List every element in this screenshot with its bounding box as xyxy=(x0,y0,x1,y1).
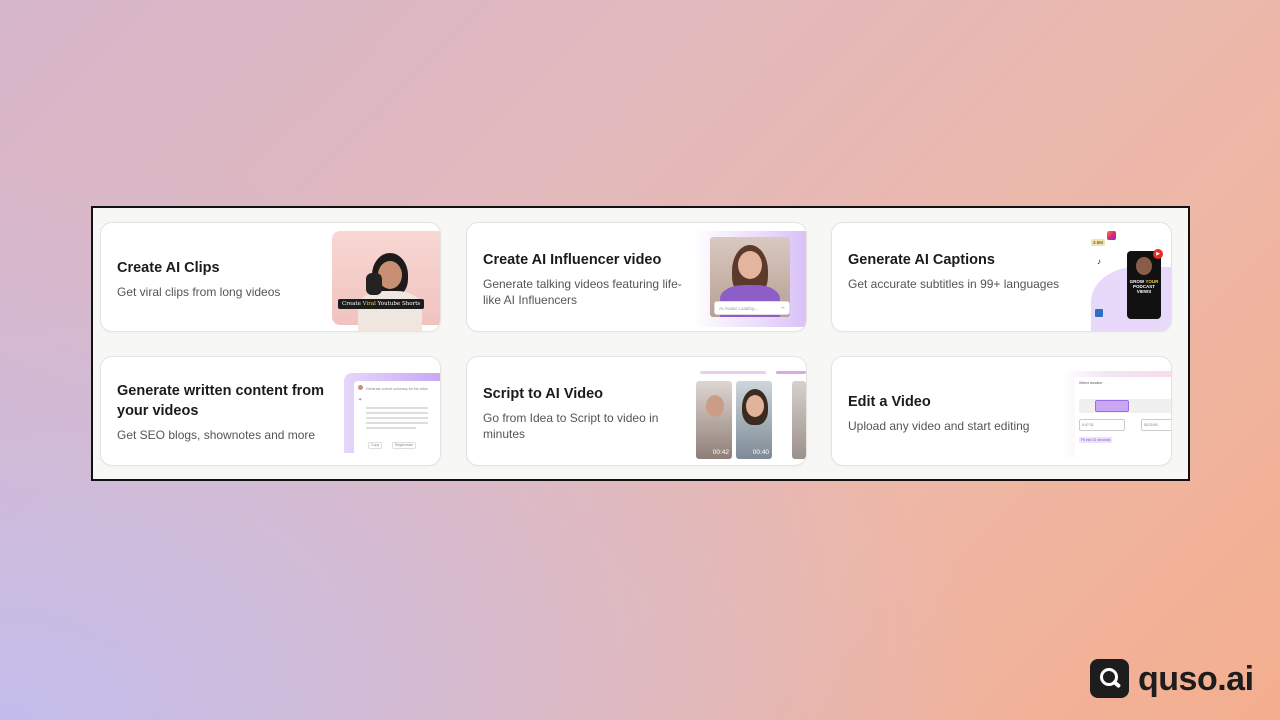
send-arrow-icon: → xyxy=(779,304,786,311)
card-description: Go from Idea to Script to video in minut… xyxy=(483,411,659,441)
duration-heading: Select duration xyxy=(1079,381,1103,385)
youtube-icon: ▶ xyxy=(1153,249,1163,259)
video-thumbnail: 00:42 xyxy=(696,381,732,459)
fit-tag: Fit into 01 seconds xyxy=(1079,437,1113,443)
card-description: Generate talking videos featuring life-l… xyxy=(483,277,682,307)
regenerate-button: Regenerate xyxy=(392,442,417,449)
card-title: Generate written content from your video… xyxy=(117,383,325,419)
written-content-preview: Generate a short summary for the video ✦… xyxy=(344,373,440,455)
video-thumbnail: 00:40 xyxy=(736,381,772,459)
feature-cards-panel: Create AI Clips Get viral clips from lon… xyxy=(91,206,1190,481)
card-title: Create AI Clips xyxy=(117,260,220,276)
views-badge: 3.5M xyxy=(1091,239,1106,246)
phone-caption: GROW YOUR PODCAST VIEWS xyxy=(1129,279,1159,294)
card-script-to-ai-video[interactable]: Script to AI Video Go from Idea to Scrip… xyxy=(466,356,807,466)
phone-mockup: GROW YOUR PODCAST VIEWS xyxy=(1127,251,1161,319)
prompt-text: Generate a short summary for the video xyxy=(366,387,428,391)
avatar-prompt-input: AI Avatar Loading... → xyxy=(714,301,790,315)
card-create-ai-influencer[interactable]: Create AI Influencer video Generate talk… xyxy=(466,222,807,332)
captions-preview: 3.5M ♪ GROW YOUR PODCAST VIEWS ▶ xyxy=(1075,231,1171,331)
sparkle-icon: ✦ xyxy=(358,397,363,403)
card-generate-ai-captions[interactable]: Generate AI Captions Get accurate subtit… xyxy=(831,222,1172,332)
card-title: Generate AI Captions xyxy=(848,252,995,268)
script-video-preview: 00:42 00:40 xyxy=(696,371,806,461)
card-description: Upload any video and start editing xyxy=(848,419,1030,433)
end-time-field: 00:20:00 xyxy=(1141,419,1171,431)
quso-logo-icon xyxy=(1090,659,1129,698)
card-title: Create AI Influencer video xyxy=(483,252,662,268)
logo-text: quso.ai xyxy=(1138,659,1254,698)
card-title: Edit a Video xyxy=(848,394,931,410)
card-generate-written-content[interactable]: Generate written content from your video… xyxy=(100,356,441,466)
tiktok-icon: ♪ xyxy=(1097,257,1101,266)
clips-preview-image: Create Viral Youtube Shorts xyxy=(332,231,440,331)
card-description: Get accurate subtitles in 99+ languages xyxy=(848,277,1060,291)
card-create-ai-clips[interactable]: Create AI Clips Get viral clips from lon… xyxy=(100,222,441,332)
edit-video-preview: Select duration 0:07:31 00:20:00 Fit int… xyxy=(1061,371,1171,457)
card-description: Get viral clips from long videos xyxy=(117,285,281,299)
quso-logo: quso.ai xyxy=(1090,659,1254,698)
timeline-selection xyxy=(1095,400,1129,412)
start-time-field: 0:07:31 xyxy=(1079,419,1125,431)
microphone-icon xyxy=(366,273,382,295)
copy-button: Copy xyxy=(368,442,383,449)
card-title: Script to AI Video xyxy=(483,386,604,402)
linkedin-icon xyxy=(1095,309,1103,317)
avatar xyxy=(358,385,363,390)
card-description: Get SEO blogs, shownotes and more xyxy=(117,428,316,442)
card-edit-a-video[interactable]: Edit a Video Upload any video and start … xyxy=(831,356,1172,466)
influencer-preview: AI Avatar Loading... → xyxy=(692,231,806,327)
instagram-icon xyxy=(1107,231,1116,240)
clip-caption: Create Viral Youtube Shorts xyxy=(338,299,425,309)
video-thumbnail xyxy=(792,381,806,459)
